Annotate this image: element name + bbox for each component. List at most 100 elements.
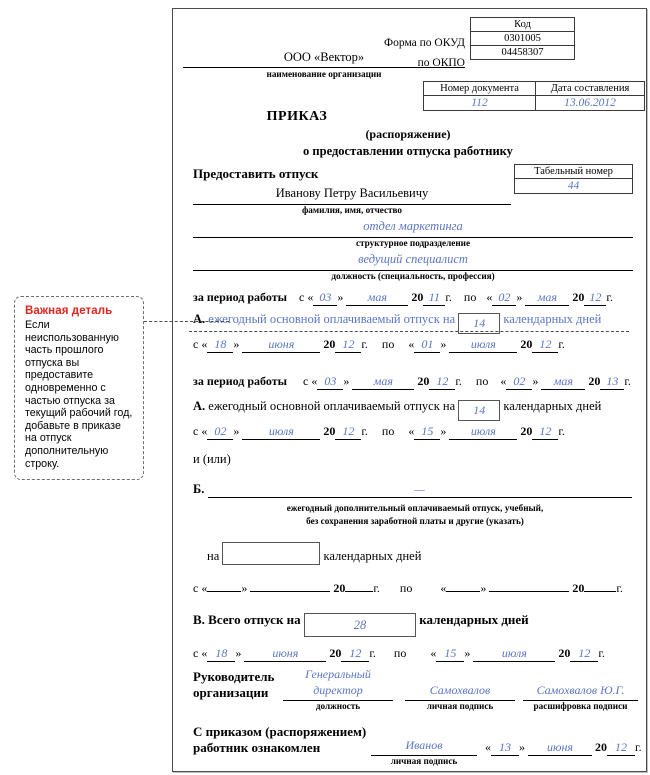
section-v-from-day[interactable]: 18 [207,646,236,662]
block1-leave-to-year[interactable]: 12 [532,337,559,353]
section-v-to-day[interactable]: 15 [436,646,465,662]
head-decoding[interactable]: Самохвалов Ю.Г. [523,683,638,698]
year-prefix-1a: 20 [411,290,424,304]
quote-close-b2: » [480,581,487,595]
from-label-2: с [303,374,309,388]
quote-close-b1: » [241,581,248,595]
section-b-from-day[interactable] [207,591,242,592]
from-label-b: с [193,581,199,595]
block2-period-to-month[interactable]: мая [541,374,586,390]
block2-leave-from-day[interactable]: 02 [207,424,234,440]
year-suffix-v1: г. [369,646,376,660]
tab-number-header: Табельный номер [514,164,633,179]
employee-fio: Иванову Петру Васильевичу [275,186,429,200]
section-b-to-year[interactable] [584,591,617,592]
callout-body: Если неиспользованную часть прошлого отп… [25,319,133,470]
from-label-v: с [193,646,199,660]
grant-leave-label: Предоставить отпуск [193,166,319,181]
quote-close-2b: » [532,374,539,388]
block2-leave-from-year[interactable]: 12 [335,424,362,440]
period-work-label-2: за период работы [193,374,287,388]
year-prefix-1d: 20 [520,337,533,351]
block1-highlight-underline [189,331,629,332]
block2-days-box[interactable]: 14 [458,400,501,421]
section-v-to-year[interactable]: 12 [570,646,599,662]
calendar-days-label-1: календарных дней [503,312,602,326]
block1-leave-from-day[interactable]: 18 [207,337,234,353]
block1-period-to-day[interactable]: 02 [492,290,517,306]
quote-close-1c: » [233,337,240,351]
to-label-1: по [463,290,477,304]
section-v-from-year[interactable]: 12 [341,646,370,662]
block1-period-to-year[interactable]: 12 [584,290,607,306]
block2-period-from-day[interactable]: 03 [317,374,344,390]
block2-leave-to-day[interactable]: 15 [414,424,441,440]
year-suffix-2b: г. [624,374,631,388]
head-signature[interactable]: Самохвалов [405,683,515,698]
document-subtitle: (распоряжение) [365,127,451,141]
block2-leave-to-month[interactable]: июля [449,424,518,440]
year-prefix-2a: 20 [417,374,430,388]
section-b-caption-1: ежегодный дополнительный оплачиваемый от… [286,503,544,513]
doc-meta-table: Номер документа Дата составления 112 13.… [423,81,645,111]
section-b-dates-row: с « » 20 г. по « » 20 г. [193,581,623,596]
ack-label-line1: С приказом (распоряжением) [193,724,367,739]
block2-period-from-year[interactable]: 12 [429,374,456,390]
block1-leave-from-month[interactable]: июня [242,337,321,353]
to-label-2: по [475,374,489,388]
section-b-from-month[interactable] [250,591,331,592]
section-b-from-year[interactable] [345,591,374,592]
to-label-1d: по [381,337,395,351]
block1-period-to-month[interactable]: мая [525,290,570,306]
block1-leave-to-day[interactable]: 01 [414,337,441,353]
block1-period-from-day[interactable]: 03 [313,290,338,306]
section-b-to-month[interactable] [489,591,570,592]
on-label-b: на [207,549,220,563]
fio-caption: фамилия, имя, отчество [301,205,403,215]
doc-number-value: 112 [423,95,536,111]
doc-number-header: Номер документа [423,81,536,96]
block2-period-to-year[interactable]: 13 [600,374,625,390]
block1-period-from-year[interactable]: 11 [423,290,446,306]
ack-signature[interactable]: Иванов [371,738,477,753]
quote-close-ack: » [519,740,525,754]
section-v-to-month[interactable]: июля [473,646,556,662]
quote-close-1d: » [440,337,447,351]
quote-open-b1: « [201,581,208,595]
quote-close-v2: » [464,646,471,660]
employee-position: ведущий специалист [358,252,468,266]
block2-period-to-day[interactable]: 02 [506,374,533,390]
section-v-from-month[interactable]: июня [244,646,327,662]
block2-leave-from-month[interactable]: июля [242,424,321,440]
from-label-2c: с [193,424,199,438]
year-prefix-v1: 20 [329,646,342,660]
section-b-days-box[interactable] [222,542,321,565]
year-suffix-2d: г. [558,424,565,438]
block1-leave-from-year[interactable]: 12 [335,337,362,353]
block1-period-from-month[interactable]: мая [346,290,409,306]
doc-date-header: Дата составления [535,81,645,96]
organization-name: ООО «Вектор» [283,50,365,64]
ack-date-row: «13» июня 20 12 г. [485,740,642,756]
quote-close-1a: » [337,290,344,304]
annual-main-label-2: ежегодный основной оплачиваемый отпуск н… [208,399,456,413]
section-b-to-day[interactable] [446,591,481,592]
organization-caption: наименование организации [266,69,382,79]
ack-day[interactable]: 13 [491,740,519,756]
ack-year[interactable]: 12 [607,740,635,756]
code-header: Код [470,17,575,32]
head-position-line2[interactable]: директор [283,683,393,698]
year-prefix-1b: 20 [572,290,585,304]
ack-month[interactable]: июня [528,740,592,756]
document-title: ПРИКАЗ [266,109,328,124]
codes-table-wrapper: Код 0301005 04458307 [470,17,575,60]
block1-leave-to-month[interactable]: июля [449,337,518,353]
section-b-value[interactable]: — [207,482,632,498]
year-prefix-2d: 20 [520,424,533,438]
block2-period-from-month[interactable]: мая [352,374,415,390]
block2-leave-to-year[interactable]: 12 [532,424,559,440]
callout-title: Важная деталь [25,305,113,317]
block2-leave-row: с «02» июля 20 12 г. по «15» июля 20 12 г. [193,424,565,440]
section-v-days-box[interactable]: 28 [303,613,416,637]
period-work-label-1: за период работы [193,290,287,304]
